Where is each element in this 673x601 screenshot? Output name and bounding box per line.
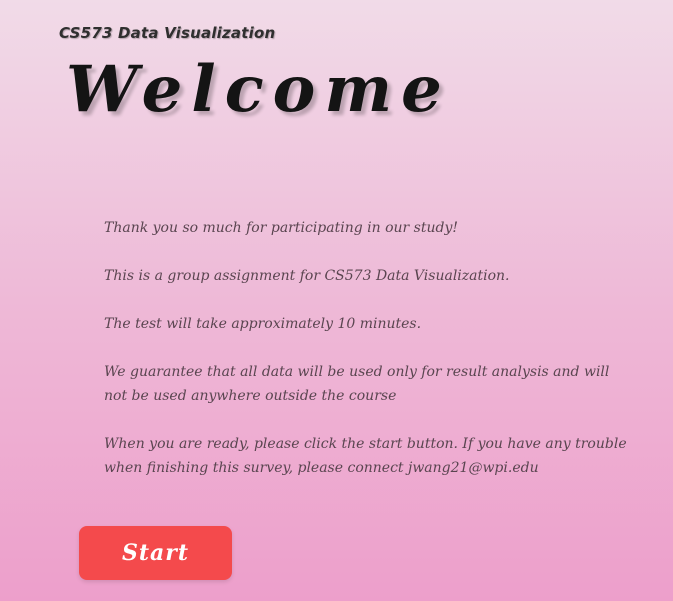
welcome-heading: Welcome [66,52,451,127]
message-duration: The test will take approximately 10 minu… [104,316,422,332]
message-thanks: Thank you so much for participating in o… [104,220,458,236]
intro-message: Thank you so much for participating in o… [104,216,629,504]
start-button[interactable]: Start [79,526,232,580]
message-assignment: This is a group assignment for CS573 Dat… [104,268,510,284]
message-privacy: We guarantee that all data will be used … [104,364,610,404]
message-instructions: When you are ready, please click the sta… [104,436,627,476]
app-title: CS573 Data Visualization [59,24,276,42]
